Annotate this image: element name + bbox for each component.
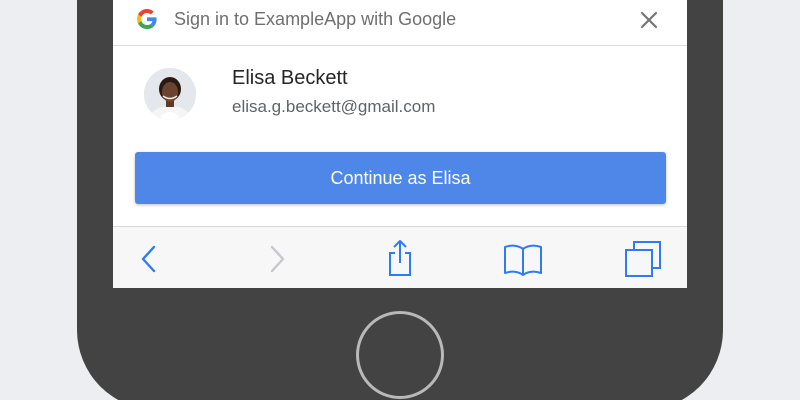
sheet-title: Sign in to ExampleApp with Google (174, 9, 457, 29)
avatar (144, 68, 196, 120)
stage: Sign in to ExampleApp with Google Elisa … (0, 0, 800, 400)
share-icon[interactable] (378, 237, 422, 281)
google-g-icon (137, 9, 157, 29)
account-name: Elisa Beckett (232, 67, 348, 89)
account-email: elisa.g.beckett@gmail.com (232, 97, 436, 116)
account-row[interactable]: Elisa Beckett elisa.g.beckett@gmail.com (113, 46, 687, 146)
browser-toolbar (113, 226, 687, 288)
avatar-portrait-icon (144, 68, 196, 120)
back-icon[interactable] (127, 237, 171, 281)
bookmarks-icon[interactable] (501, 237, 545, 281)
phone-screen: Sign in to ExampleApp with Google Elisa … (113, 0, 687, 288)
close-icon[interactable] (637, 8, 661, 32)
sign-in-sheet-header: Sign in to ExampleApp with Google (113, 0, 687, 46)
home-button[interactable] (356, 311, 444, 399)
tabs-icon[interactable] (621, 237, 665, 281)
forward-icon[interactable] (255, 237, 299, 281)
continue-button[interactable]: Continue as Elisa (135, 152, 666, 204)
